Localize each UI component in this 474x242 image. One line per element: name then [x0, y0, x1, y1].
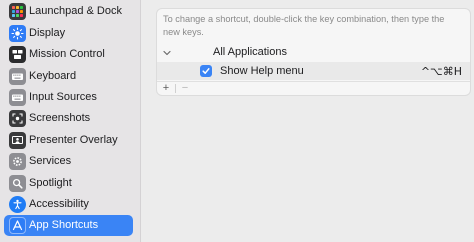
add-button[interactable]: + [158, 82, 174, 95]
shortcut-label[interactable]: Show Help menu [220, 65, 304, 78]
sidebar-item-label: Services [29, 155, 72, 167]
instruction-text: To change a shortcut, double-click the k… [163, 14, 445, 37]
sidebar-item-label: Accessibility [29, 198, 89, 210]
checkmark-icon [202, 68, 210, 74]
shortcuts-panel: To change a shortcut, double-click the k… [156, 8, 471, 96]
shortcut-row[interactable]: Show Help menu ^⌥⌘H [157, 62, 470, 80]
screenshots-icon [9, 110, 26, 127]
remove-button[interactable]: − [177, 82, 193, 95]
button-divider [175, 84, 176, 93]
launchpad-icon [9, 3, 26, 20]
sidebar-item-mission-control[interactable]: Mission Control [4, 44, 133, 65]
services-icon [9, 153, 26, 170]
sidebar-item-label: App Shortcuts [29, 219, 99, 231]
sidebar: Launchpad & Dock Display Mission Control… [0, 0, 141, 242]
sidebar-item-accessibility[interactable]: Accessibility [4, 194, 133, 215]
sidebar-item-display[interactable]: Display [4, 23, 133, 44]
main-content: To change a shortcut, double-click the k… [141, 0, 474, 242]
sidebar-item-app-shortcuts[interactable]: App Shortcuts [4, 215, 133, 236]
sidebar-item-launchpad-dock[interactable]: Launchpad & Dock [4, 1, 133, 22]
sidebar-item-label: Input Sources [29, 91, 97, 103]
display-icon [9, 25, 26, 42]
sidebar-item-label: Presenter Overlay [29, 134, 118, 146]
presenter-overlay-icon [9, 132, 26, 149]
sidebar-item-label: Mission Control [29, 48, 105, 60]
sidebar-item-label: Launchpad & Dock [29, 5, 122, 17]
mission-control-icon [9, 46, 26, 63]
sidebar-item-label: Keyboard [29, 70, 77, 82]
sidebar-item-services[interactable]: Services [4, 151, 133, 172]
group-label: All Applications [213, 46, 287, 58]
sidebar-item-label: Display [29, 27, 66, 39]
sidebar-item-label: Screenshots [29, 112, 91, 124]
sidebar-item-input-sources[interactable]: Input Sources [4, 87, 133, 108]
keyboard-icon [9, 68, 26, 85]
sidebar-item-label: Spotlight [29, 177, 72, 189]
shortcut-keys[interactable]: ^⌥⌘H [421, 65, 462, 78]
group-row-all-applications[interactable]: All Applications [157, 43, 470, 61]
add-remove-bar: + − [157, 81, 470, 95]
accessibility-icon [9, 196, 26, 213]
app-shortcuts-icon [9, 217, 26, 234]
shortcut-enabled-checkbox[interactable] [200, 65, 212, 77]
sidebar-item-presenter-overlay[interactable]: Presenter Overlay [4, 130, 133, 151]
sidebar-item-spotlight[interactable]: Spotlight [4, 173, 133, 194]
chevron-down-icon[interactable] [161, 46, 173, 58]
input-sources-icon [9, 89, 26, 106]
sidebar-item-keyboard[interactable]: Keyboard [4, 66, 133, 87]
spotlight-icon [9, 175, 26, 192]
sidebar-item-screenshots[interactable]: Screenshots [4, 108, 133, 129]
